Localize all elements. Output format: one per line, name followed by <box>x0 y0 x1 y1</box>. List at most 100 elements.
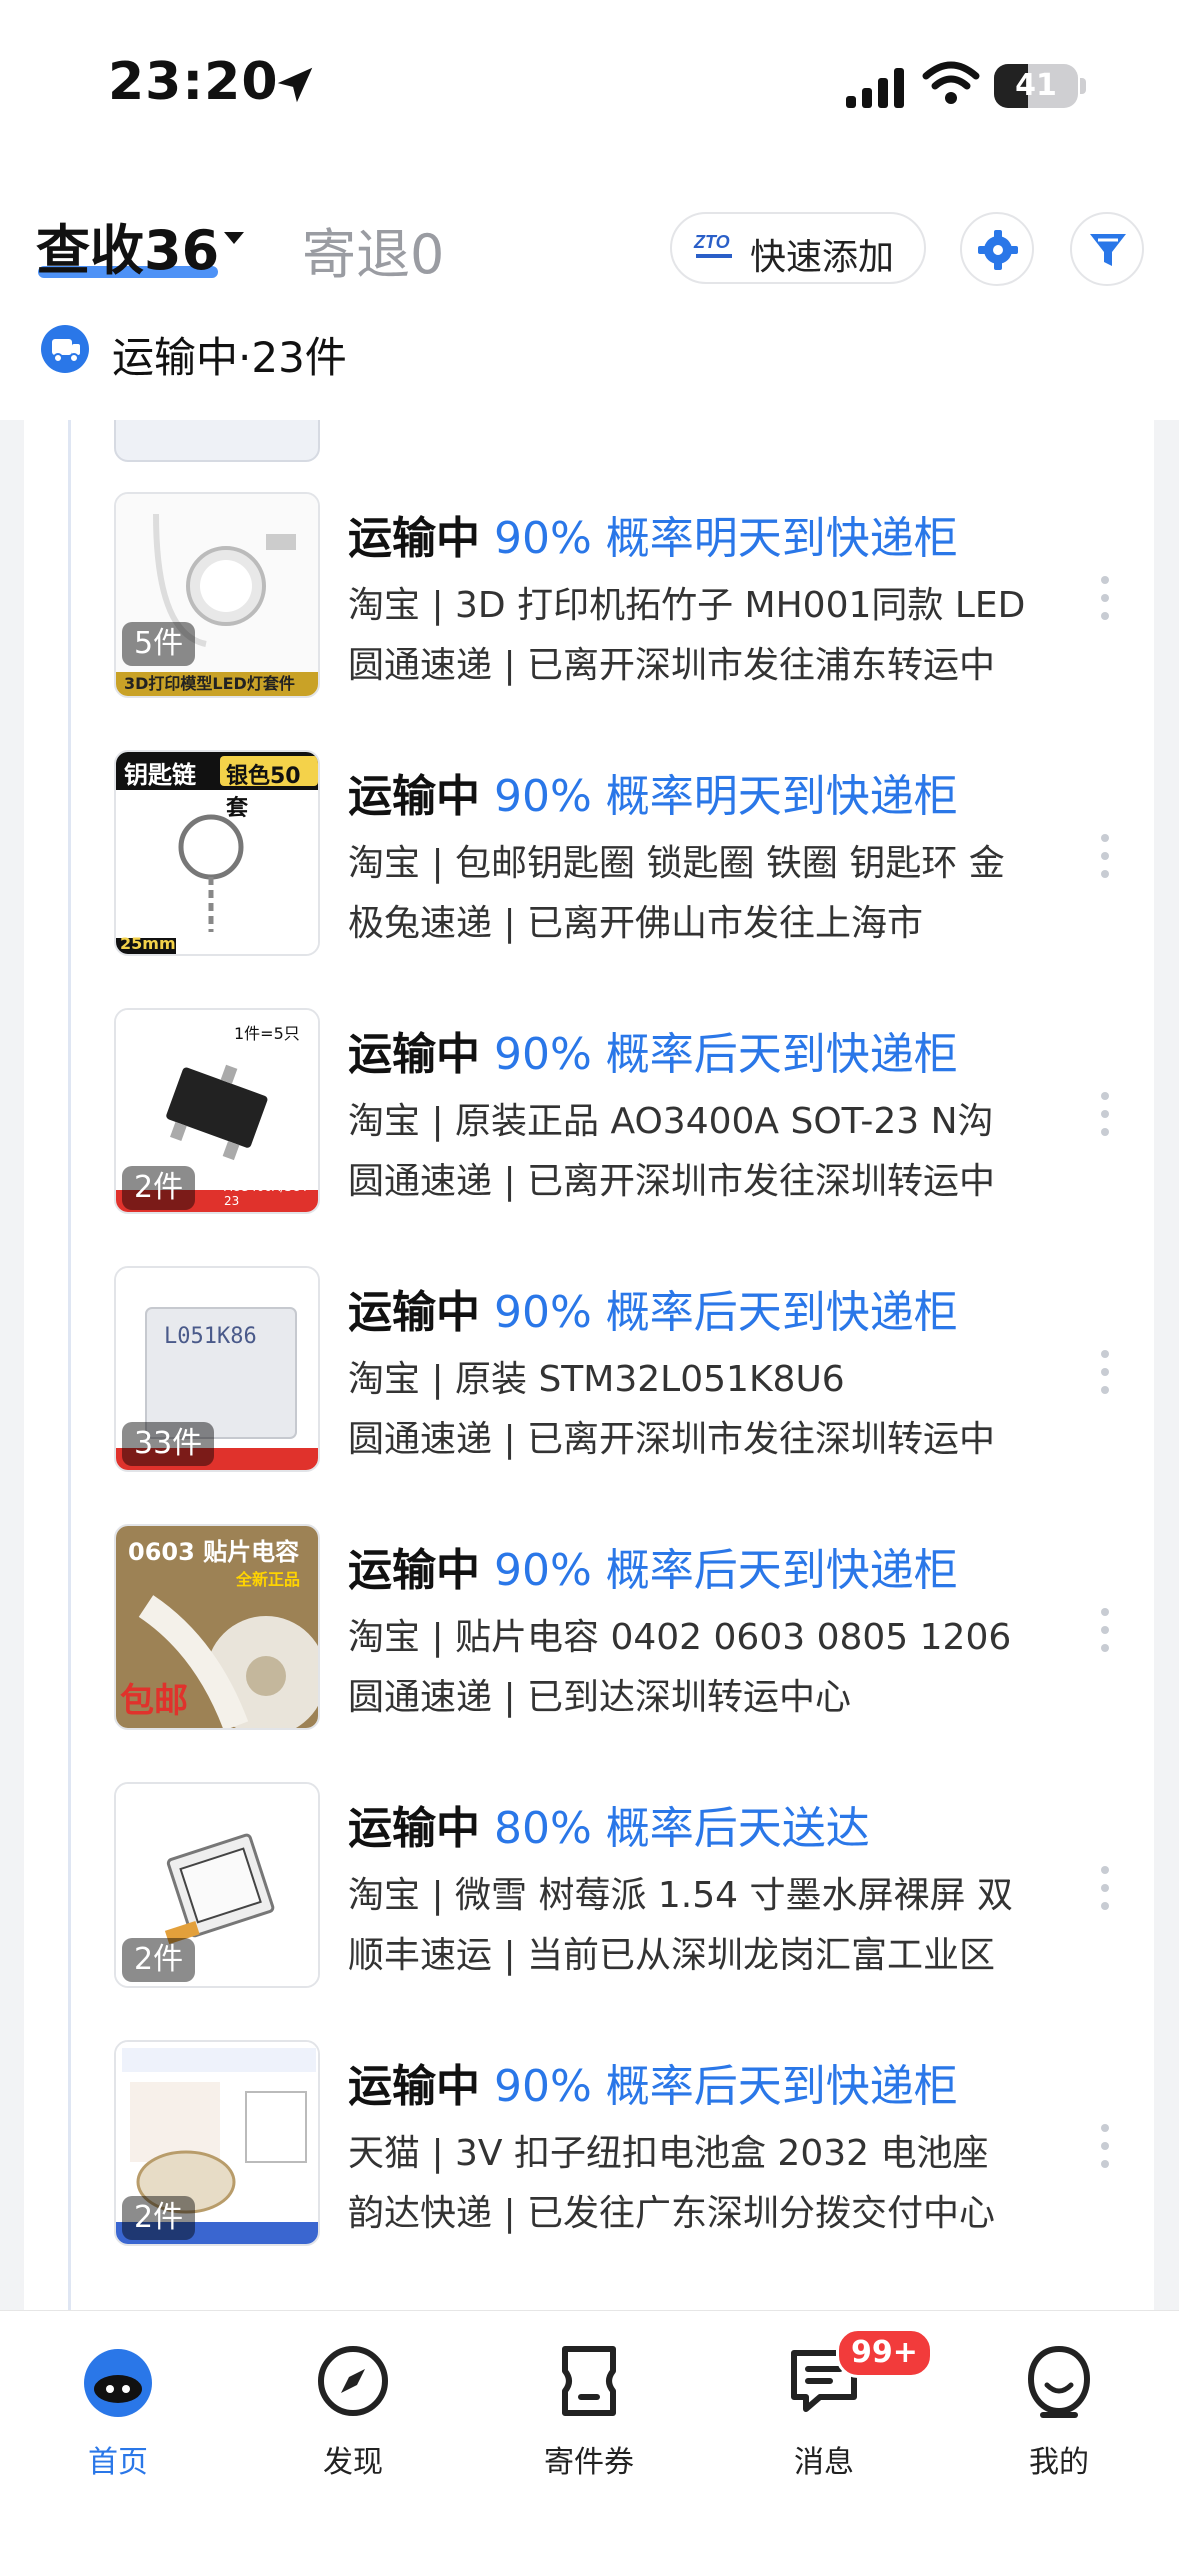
delivery-estimate: 90% 概率明天到快递柜 <box>494 771 958 822</box>
item-count-badge: 5件 <box>122 622 196 666</box>
tab-home-label: 首页 <box>88 2445 148 2480</box>
product-thumbnail[interactable]: 3D打印模型LED灯套件 5件 <box>114 492 320 698</box>
partial-item-thumbnail[interactable] <box>114 420 320 462</box>
clock: 23:20 <box>108 52 279 112</box>
home-icon <box>84 2349 152 2417</box>
product-thumbnail[interactable]: 1件=5只 AO3400A/SOT-23 2件 <box>114 1008 320 1214</box>
item-description: 淘宝 | 原装 STM32L051K8U6 <box>348 1359 845 1400</box>
product-thumbnail[interactable]: 2件 <box>114 2040 320 2246</box>
filter-button[interactable] <box>1070 212 1144 286</box>
product-thumbnail[interactable]: L051K86 33件 <box>114 1266 320 1472</box>
wifi-icon <box>922 61 980 104</box>
tab-discover[interactable]: 发现 <box>273 2333 433 2493</box>
delivery-estimate: 80% 概率后天送达 <box>494 1803 870 1854</box>
status-label: 运输中 <box>348 771 480 822</box>
status-label: 运输中 <box>348 1287 480 1338</box>
tab-home[interactable]: 首页 <box>38 2333 198 2493</box>
more-options-icon[interactable] <box>1098 576 1112 620</box>
status-line: 运输中 90% 概率后天到快递柜 <box>348 1534 958 1598</box>
more-options-icon[interactable] <box>1098 834 1112 878</box>
shipment-item[interactable]: 0603 贴片电容 全新正品 包邮 运输中 90% 概率后天到快递柜 淘宝 | 贴… <box>24 1524 1154 1782</box>
thumb-size: 包邮 <box>120 1681 188 1721</box>
item-description: 淘宝 | 微雪 树莓派 1.54 寸墨水屏裸屏 双 <box>348 1875 1013 1916</box>
status-line: 运输中 90% 概率后天到快递柜 <box>348 1276 958 1340</box>
thumb-caption: 0603 贴片电容 <box>128 1538 300 1566</box>
delivery-estimate: 90% 概率后天到快递柜 <box>494 2061 958 2112</box>
more-options-icon[interactable] <box>1098 2124 1112 2168</box>
thumb-caption: AO3400A/SOT-23 <box>224 1180 312 1208</box>
more-options-icon[interactable] <box>1098 1608 1112 1652</box>
tab-mine[interactable]: 我的 <box>979 2333 1139 2493</box>
thumb-tag: 1件=5只 <box>234 1024 300 1043</box>
led-kit-image <box>116 494 318 696</box>
shipment-item[interactable]: 钥匙链 银色50套 25mm 运输中 90% 概率明天到快递柜 淘宝 | 包邮钥匙… <box>24 750 1154 1008</box>
tab-messages-label: 消息 <box>794 2445 854 2480</box>
status-line: 运输中 80% 概率后天送达 <box>348 1792 870 1856</box>
zto-logo-icon: ZTO <box>693 232 732 258</box>
product-thumbnail[interactable]: 2件 <box>114 1782 320 1988</box>
more-options-icon[interactable] <box>1098 1866 1112 1910</box>
product-thumbnail[interactable]: 0603 贴片电容 全新正品 包邮 <box>114 1524 320 1730</box>
tracking-status: 韵达快递 | 已发往广东深圳分拨交付中心 <box>348 2193 996 2234</box>
battery-tip <box>1080 78 1086 94</box>
unread-badge: 99+ <box>836 2328 933 2378</box>
compass-icon <box>318 2346 388 2416</box>
delivery-estimate: 90% 概率后天到快递柜 <box>494 1545 958 1596</box>
tab-discover-label: 发现 <box>323 2445 383 2480</box>
battery-percent: 41 <box>1015 68 1057 103</box>
location-arrow-icon <box>277 67 313 103</box>
tracking-status: 顺丰速运 | 当前已从深圳龙岗汇富工业区 <box>348 1935 996 1976</box>
settings-button[interactable] <box>960 212 1034 286</box>
item-count-badge: 33件 <box>122 1422 215 1466</box>
shipment-item[interactable]: 3D打印模型LED灯套件 5件 运输中 90% 概率明天到快递柜 淘宝 | 3D … <box>24 492 1154 750</box>
chevron-down-icon[interactable] <box>224 232 244 244</box>
shipment-item[interactable]: L051K86 33件 运输中 90% 概率后天到快递柜 淘宝 | 原装 STM3… <box>24 1266 1154 1524</box>
shipment-item[interactable]: 2件 运输中 90% 概率后天到快递柜 天猫 | 3V 扣子纽扣电池盒 2032 … <box>24 2040 1154 2298</box>
section-title: 运输中·23件 <box>112 333 347 382</box>
status-label: 运输中 <box>348 513 480 564</box>
status-label: 运输中 <box>348 1803 480 1854</box>
status-bar: 23:20 41 <box>0 0 1179 170</box>
item-count-badge: 2件 <box>122 2196 196 2240</box>
svg-text:ZTO: ZTO <box>693 232 730 252</box>
status-line: 运输中 90% 概率后天到快递柜 <box>348 1018 958 1082</box>
shipment-item[interactable]: 1件=5只 AO3400A/SOT-23 2件 运输中 90% 概率后天到快递柜 … <box>24 1008 1154 1266</box>
item-count-badge: 2件 <box>122 1166 196 1210</box>
thumb-caption: 3D打印模型LED灯套件 <box>124 674 295 693</box>
item-description: 淘宝 | 原装正品 AO3400A SOT-23 N沟 <box>348 1101 994 1142</box>
filter-icon <box>1090 234 1126 266</box>
status-label: 运输中 <box>348 1545 480 1596</box>
shipment-list[interactable]: 3D打印模型LED灯套件 5件 运输中 90% 概率明天到快递柜 淘宝 | 3D … <box>24 420 1154 2310</box>
profile-icon <box>1027 2345 1091 2418</box>
thumb-tag: 银色50套 <box>226 764 301 821</box>
more-options-icon[interactable] <box>1098 1092 1112 1136</box>
status-label: 运输中 <box>348 2061 480 2112</box>
cellular-signal-icon <box>846 68 904 108</box>
product-thumbnail[interactable]: 钥匙链 银色50套 25mm <box>114 750 320 956</box>
battery-icon: 41 <box>994 64 1078 108</box>
tab-receive[interactable]: 查收36 <box>36 206 219 285</box>
truck-icon <box>41 325 89 373</box>
tracking-status: 圆通速递 | 已离开深圳市发往浦东转运中 <box>348 645 996 686</box>
item-description: 淘宝 | 包邮钥匙圈 锁匙圈 铁圈 钥匙环 金 <box>348 843 1005 884</box>
thumb-size: 25mm <box>120 934 176 953</box>
status-line: 运输中 90% 概率明天到快递柜 <box>348 760 958 824</box>
thumb-tag: 全新正品 <box>236 1570 301 1589</box>
tab-coupons[interactable]: 寄件券 <box>509 2333 669 2493</box>
status-label: 运输中 <box>348 1029 480 1080</box>
tab-return[interactable]: 寄退0 <box>302 210 444 289</box>
quick-add-label: 快速添加 <box>750 237 895 278</box>
status-line: 运输中 90% 概率后天到快递柜 <box>348 2050 958 2114</box>
tracking-status: 极兔速递 | 已离开佛山市发往上海市 <box>348 903 924 944</box>
ticket-icon <box>562 2346 616 2416</box>
thumb-caption: 钥匙链 <box>124 761 196 789</box>
tracking-status: 圆通速递 | 已到达深圳转运中心 <box>348 1677 852 1718</box>
more-options-icon[interactable] <box>1098 1350 1112 1394</box>
item-count-badge: 2件 <box>122 1938 196 1982</box>
tracking-status: 圆通速递 | 已离开深圳市发往深圳转运中 <box>348 1419 996 1460</box>
delivery-estimate: 90% 概率后天到快递柜 <box>494 1029 958 1080</box>
shipment-item[interactable]: 2件 运输中 80% 概率后天送达 淘宝 | 微雪 树莓派 1.54 寸墨水屏裸屏… <box>24 1782 1154 2040</box>
quick-add-button[interactable]: ZTO 快速添加 <box>670 212 926 284</box>
item-description: 淘宝 | 3D 打印机拓竹子 MH001同款 LED <box>348 585 1026 626</box>
tab-coupons-label: 寄件券 <box>544 2445 634 2480</box>
